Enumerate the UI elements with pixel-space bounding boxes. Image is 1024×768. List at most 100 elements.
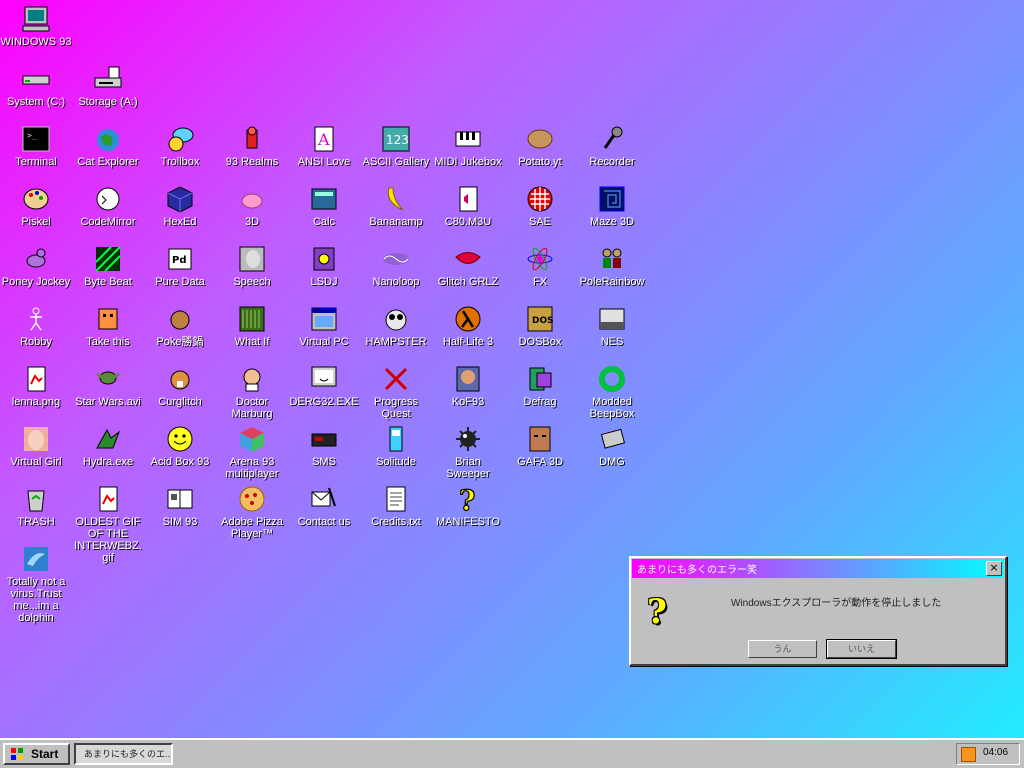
desktop-icon-label: Cat Explorer xyxy=(77,156,139,168)
desktop-icon[interactable]: Half-Life 3 xyxy=(432,303,504,348)
desktop-icon[interactable]: Virtual PC xyxy=(288,303,360,348)
lsdj-icon xyxy=(307,243,341,275)
desktop-icon[interactable]: Potato.yt xyxy=(504,123,576,168)
desktop-icon[interactable]: Credits.txt xyxy=(360,483,432,528)
yes-button[interactable]: うん xyxy=(748,640,817,658)
girl-icon xyxy=(19,423,53,455)
desktop-icon-label: HAMPSTER xyxy=(365,336,427,348)
desktop-icon[interactable]: What If xyxy=(216,303,288,348)
creature-icon xyxy=(91,303,125,335)
desktop-icon[interactable]: SAE xyxy=(504,183,576,228)
desktop-icon[interactable]: Virtual Girl xyxy=(0,423,72,468)
desktop-icon[interactable]: GAFA 3D xyxy=(504,423,576,468)
desktop-icon[interactable]: Progress Quest xyxy=(360,363,432,420)
desktop-icon[interactable]: WINDOWS 93 xyxy=(0,3,72,48)
desktop-icon[interactable]: 93 Realms xyxy=(216,123,288,168)
dragon-icon xyxy=(91,423,125,455)
desktop-icon[interactable]: Totally not a virus.Trust me...im a dolp… xyxy=(0,543,72,624)
desktop-icon-label: MIDI Jukebox xyxy=(434,156,502,168)
desktop-icon-label: Totally not a virus.Trust me...im a dolp… xyxy=(6,576,66,624)
taskbar: Start あまりにも多くのエ... 04:06 xyxy=(0,738,1024,768)
desktop-icon[interactable]: Adobe Pizza Player™ xyxy=(216,483,288,540)
desktop-icon[interactable]: Pd Pure Data xyxy=(144,243,216,288)
close-button[interactable]: × xyxy=(986,561,1002,576)
bytebeat-icon xyxy=(91,243,125,275)
desktop-icon[interactable]: Trollbox xyxy=(144,123,216,168)
taskbar-item-error[interactable]: あまりにも多くのエ... xyxy=(74,743,173,765)
desktop-icon-label: Virtual PC xyxy=(299,336,349,348)
desktop-icon[interactable]: Doctor Marburg xyxy=(216,363,288,420)
ball-icon xyxy=(523,183,557,215)
swords-icon xyxy=(379,363,413,395)
desktop-icon[interactable]: Contact us xyxy=(288,483,360,528)
desktop-icon-label: ANSI Love xyxy=(297,156,351,168)
desktop-icon[interactable]: NES xyxy=(576,303,648,348)
desktop-icon[interactable]: A ANSI Love xyxy=(288,123,360,168)
desktop-icon[interactable]: Bananamp xyxy=(360,183,432,228)
dialog-titlebar[interactable]: あまりにも多くのエラー笑 × xyxy=(632,559,1004,578)
trash-icon xyxy=(19,483,53,515)
desktop-icon[interactable]: OLDEST GIF OF THE INTERWEBZ.gif xyxy=(72,483,144,564)
desktop-icon[interactable]: DERG32.EXE xyxy=(288,363,360,408)
desktop-icon[interactable]: SMS xyxy=(288,423,360,468)
rss-icon[interactable] xyxy=(961,747,976,762)
desktop-icon[interactable]: Robby xyxy=(0,303,72,348)
desktop-icon[interactable]: lenna.png xyxy=(0,363,72,408)
desktop-icon-label: GAFA 3D xyxy=(517,456,563,468)
desktop-icon-label: Maze 3D xyxy=(589,216,635,228)
system-tray: 04:06 xyxy=(956,743,1020,765)
desktop-icon[interactable]: HAMPSTER xyxy=(360,303,432,348)
desktop-icon-label: Speech xyxy=(233,276,271,288)
desktop-icon[interactable]: Byte Beat xyxy=(72,243,144,288)
desktop-icon[interactable]: System (C:) xyxy=(0,63,72,108)
desktop-icon[interactable]: Solitude xyxy=(360,423,432,468)
desktop-icon-label: Doctor Marburg xyxy=(231,396,273,420)
desktop-icon[interactable]: Acid Box 93 xyxy=(144,423,216,468)
desktop-icon-label: Solitude xyxy=(376,456,416,468)
desktop-icon-label: Defrag xyxy=(523,396,557,408)
desktop-icon[interactable]: DOS DOSBox xyxy=(504,303,576,348)
svg-text:A: A xyxy=(317,130,330,149)
desktop-icon[interactable]: Take this xyxy=(72,303,144,348)
desktop-icon[interactable]: Glitch GRLZ xyxy=(432,243,504,288)
desktop-icon[interactable]: 123 ASCII Gallery xyxy=(360,123,432,168)
desktop-icon[interactable]: Storage (A:) xyxy=(72,63,144,108)
desktop-icon[interactable]: Calc xyxy=(288,183,360,228)
desktop-icon[interactable]: >_ Terminal xyxy=(0,123,72,168)
desktop-icon[interactable]: Modded BeepBox xyxy=(576,363,648,420)
desktop-icon[interactable]: Speech xyxy=(216,243,288,288)
desktop-icon[interactable]: Nanoloop xyxy=(360,243,432,288)
desktop-icon-label: Recorder xyxy=(589,156,635,168)
desktop-icon[interactable]: Poney Jockey xyxy=(0,243,72,288)
desktop-icon[interactable]: Piskel xyxy=(0,183,72,228)
desktop-icon[interactable]: Recorder xyxy=(576,123,648,168)
desktop-icon[interactable]: HexEd xyxy=(144,183,216,228)
doctor-icon xyxy=(235,363,269,395)
desktop-icon[interactable]: Brian Sweeper xyxy=(432,423,504,480)
start-button[interactable]: Start xyxy=(3,743,70,765)
desktop-icon[interactable]: TRASH xyxy=(0,483,72,528)
desktop-icon[interactable]: 3D xyxy=(216,183,288,228)
lambda-icon xyxy=(451,303,485,335)
desktop-icon[interactable]: PoleRainbow xyxy=(576,243,648,288)
desktop-icon[interactable]: Cat Explorer xyxy=(72,123,144,168)
desktop-icon[interactable]: Arena 93 multiplayer xyxy=(216,423,288,480)
desktop-icon[interactable]: MIDI Jukebox xyxy=(432,123,504,168)
desktop-icon[interactable]: FX xyxy=(504,243,576,288)
desktop-icon[interactable]: KoF93 xyxy=(432,363,504,408)
desktop-icon[interactable]: Star Wars.avi xyxy=(72,363,144,408)
desktop-icon[interactable]: Maze 3D xyxy=(576,183,648,228)
desktop-icon[interactable]: Hydra.exe xyxy=(72,423,144,468)
desktop-icon-label: Adobe Pizza Player™ xyxy=(221,516,283,540)
desktop-icon[interactable]: LSDJ xyxy=(288,243,360,288)
desktop-icon[interactable]: Curglitch xyxy=(144,363,216,408)
error-dialog[interactable]: あまりにも多くのエラー笑 × ? Windowsエクスプローラが動作を停止しまし… xyxy=(629,556,1007,666)
desktop-icon[interactable]: SIM 93 xyxy=(144,483,216,528)
desktop-icon[interactable]: CodeMirror xyxy=(72,183,144,228)
desktop-icon[interactable]: Poke勝鍋 xyxy=(144,303,216,348)
desktop-icon[interactable]: C80.M3U xyxy=(432,183,504,228)
desktop-icon[interactable]: Defrag xyxy=(504,363,576,408)
no-button[interactable]: いいえ xyxy=(826,639,897,659)
desktop-icon[interactable]: ? MANIFESTO xyxy=(432,483,504,528)
desktop-icon[interactable]: DMG xyxy=(576,423,648,468)
